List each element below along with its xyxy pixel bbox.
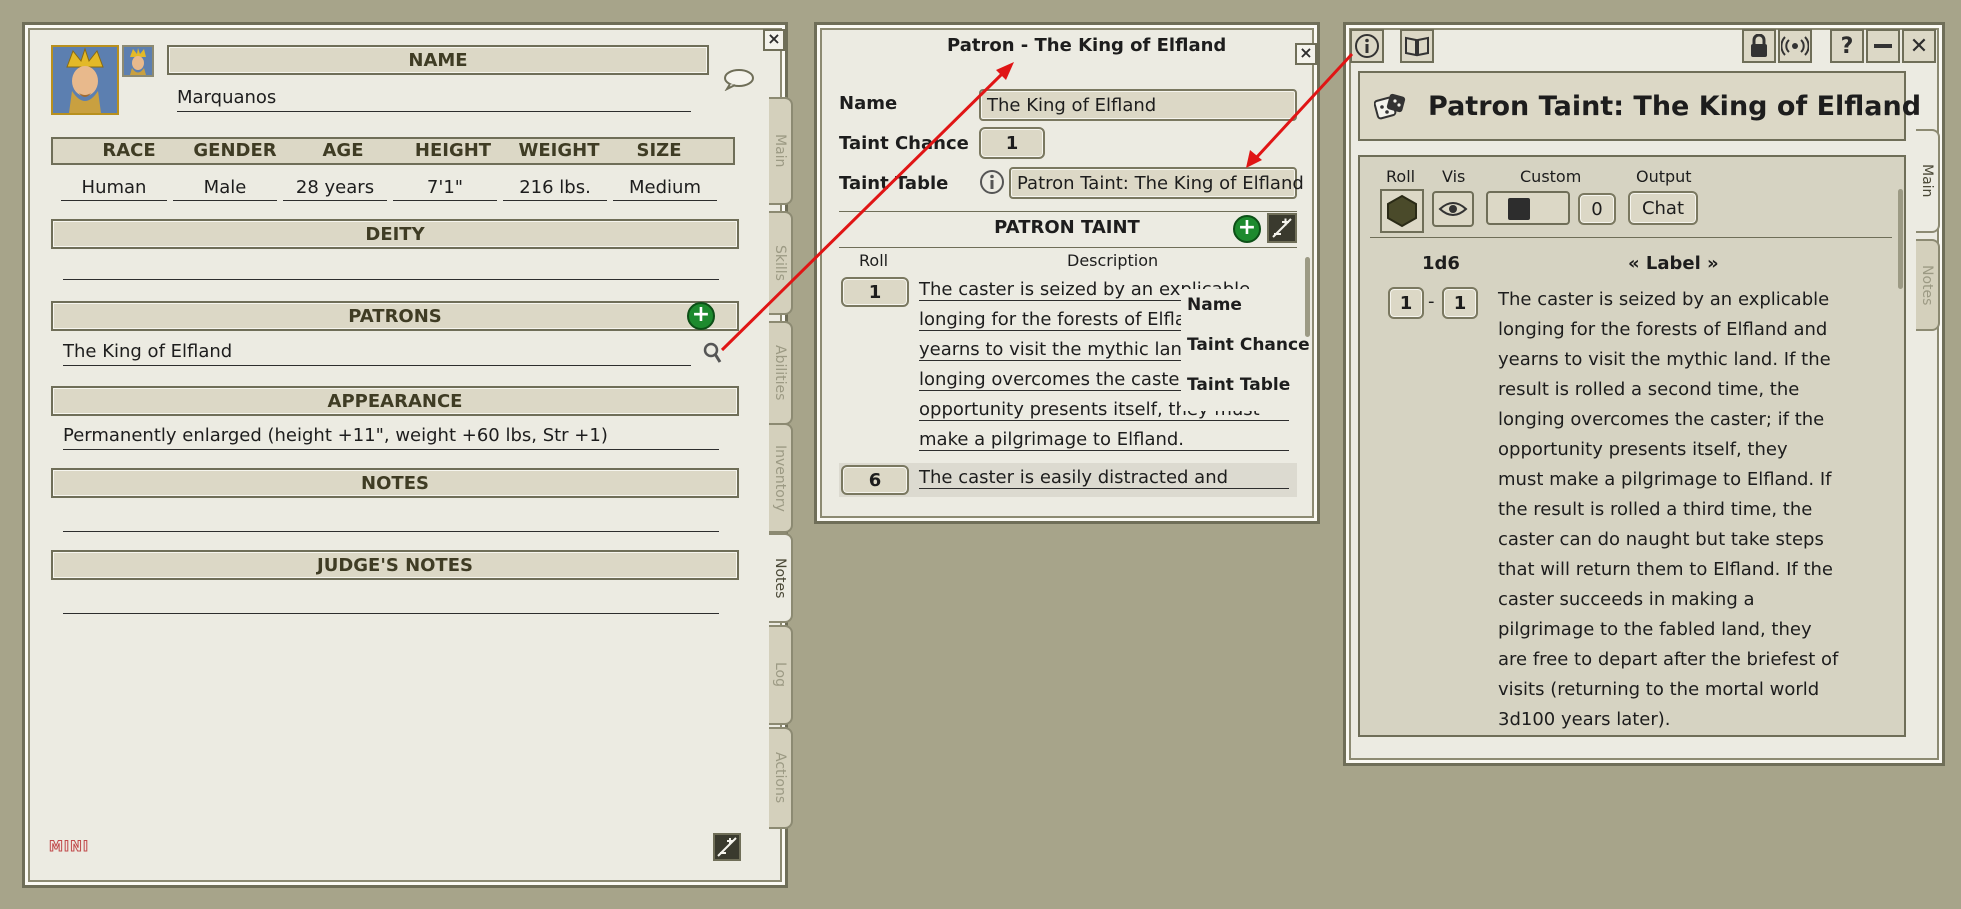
annotation-arrows xyxy=(720,52,1354,352)
arrow-info-to-taint-table xyxy=(1246,52,1354,168)
arrow-patron-to-window xyxy=(720,62,1014,352)
